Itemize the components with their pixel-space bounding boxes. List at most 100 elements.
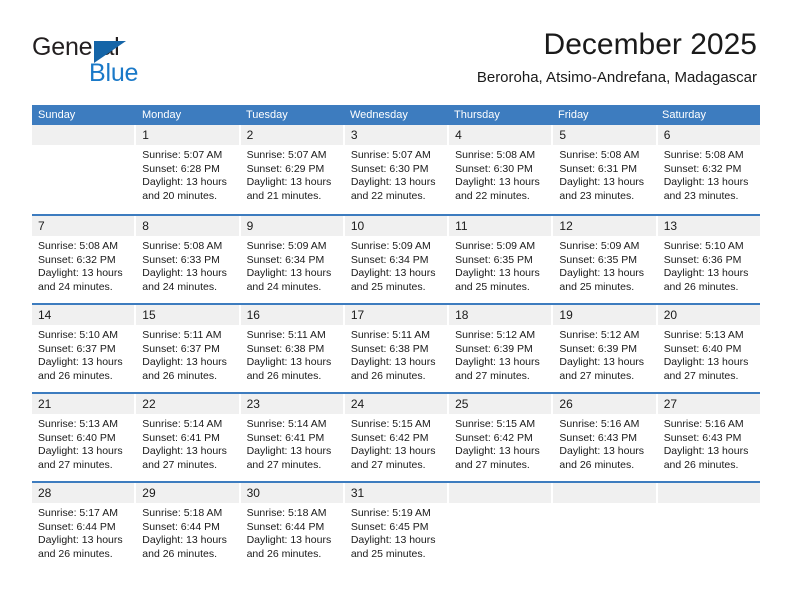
calendar-day-cell[interactable]: 28 Sunrise: 5:17 AM Sunset: 6:44 PM Dayligh… <box>32 483 135 570</box>
sunrise-text: Sunrise: 5:08 AM <box>455 149 536 161</box>
day-number: 16 <box>240 305 343 325</box>
calendar-day-cell[interactable]: 2 Sunrise: 5:07 AM Sunset: 6:29 PM Daylight… <box>240 125 343 214</box>
sunrise-text: Sunrise: 5:07 AM <box>142 149 223 161</box>
calendar-day-cell[interactable]: 26 Sunrise: 5:16 AM Sunset: 6:43 PM Dayligh… <box>553 394 656 481</box>
calendar-day-cell[interactable]: 24 Sunrise: 5:15 AM Sunset: 6:42 PM Dayligh… <box>344 394 448 481</box>
calendar-day-cell[interactable]: 6 Sunrise: 5:08 AM Sunset: 6:32 PM Daylight… <box>657 125 760 214</box>
sunrise-text: Sunrise: 5:13 AM <box>663 329 744 341</box>
calendar-day-cell[interactable]: 22 Sunrise: 5:14 AM Sunset: 6:41 PM Dayligh… <box>136 394 239 481</box>
day-details: Sunrise: 5:09 AM Sunset: 6:34 PM Daylight:… <box>345 236 447 294</box>
calendar-day-cell[interactable]: 7 Sunrise: 5:08 AM Sunset: 6:32 PM Daylight… <box>32 216 135 303</box>
calendar-day-cell[interactable]: 17 Sunrise: 5:11 AM Sunset: 6:38 PM Dayligh… <box>344 305 448 392</box>
calendar-day-cell[interactable]: 27 Sunrise: 5:16 AM Sunset: 6:43 PM Dayligh… <box>657 394 760 481</box>
calendar-day-cell[interactable]: 10 Sunrise: 5:09 AM Sunset: 6:34 PM Dayligh… <box>344 216 448 303</box>
calendar-week-row: 21 Sunrise: 5:13 AM Sunset: 6:40 PM Dayligh… <box>32 392 760 481</box>
daylight-text-line1: Daylight: 13 hours <box>246 445 332 458</box>
calendar-day-cell[interactable]: 14 Sunrise: 5:10 AM Sunset: 6:37 PM Dayligh… <box>32 305 135 392</box>
calendar-empty-cell <box>449 483 552 570</box>
daylight-text-line1: Daylight: 13 hours <box>350 356 436 369</box>
daylight-text-line2: and 26 minutes. <box>38 547 113 560</box>
weekday-header-row: Sunday Monday Tuesday Wednesday Thursday… <box>32 105 760 125</box>
sunrise-text: Sunrise: 5:09 AM <box>559 240 640 252</box>
calendar-day-cell[interactable]: 8 Sunrise: 5:08 AM Sunset: 6:33 PM Daylight… <box>136 216 239 303</box>
general-blue-logo[interactable]: General Blue <box>32 33 212 89</box>
calendar-day-cell[interactable]: 9 Sunrise: 5:09 AM Sunset: 6:34 PM Daylight… <box>240 216 343 303</box>
sunset-text: Sunset: 6:32 PM <box>663 162 742 175</box>
daylight-text-line1: Daylight: 13 hours <box>38 356 123 369</box>
day-number: 3 <box>344 125 448 145</box>
sunrise-text: Sunrise: 5:15 AM <box>350 418 431 430</box>
sunset-text: Sunset: 6:41 PM <box>246 431 325 444</box>
day-details: Sunrise: 5:10 AM Sunset: 6:36 PM Daylight:… <box>658 236 760 294</box>
weekday-header-tuesday: Tuesday <box>246 109 288 121</box>
daylight-text-line1: Daylight: 13 hours <box>559 445 645 458</box>
day-number: 26 <box>553 394 656 414</box>
day-number: 29 <box>136 483 239 503</box>
sunrise-text: Sunrise: 5:09 AM <box>455 240 536 252</box>
sunset-text: Sunset: 6:32 PM <box>38 253 116 266</box>
day-details: Sunrise: 5:13 AM Sunset: 6:40 PM Daylight:… <box>658 325 760 383</box>
calendar-week-row: 14 Sunrise: 5:10 AM Sunset: 6:37 PM Dayligh… <box>32 303 760 392</box>
day-details: Sunrise: 5:12 AM Sunset: 6:39 PM Daylight:… <box>553 325 655 383</box>
calendar-day-cell[interactable]: 23 Sunrise: 5:14 AM Sunset: 6:41 PM Dayligh… <box>240 394 343 481</box>
calendar-day-cell[interactable]: 15 Sunrise: 5:11 AM Sunset: 6:37 PM Dayligh… <box>136 305 239 392</box>
sunrise-text: Sunrise: 5:11 AM <box>142 329 222 341</box>
calendar-day-cell[interactable]: 12 Sunrise: 5:09 AM Sunset: 6:35 PM Dayligh… <box>553 216 656 303</box>
day-number: 12 <box>553 216 656 236</box>
sunrise-text: Sunrise: 5:14 AM <box>246 418 327 430</box>
calendar-day-cell[interactable]: 11 Sunrise: 5:09 AM Sunset: 6:35 PM Dayligh… <box>449 216 552 303</box>
day-details: Sunrise: 5:18 AM Sunset: 6:44 PM Daylight:… <box>241 503 343 561</box>
calendar-day-cell[interactable]: 20 Sunrise: 5:13 AM Sunset: 6:40 PM Dayligh… <box>657 305 760 392</box>
calendar-week-row: 1 Sunrise: 5:07 AM Sunset: 6:28 PM Daylight… <box>32 125 760 214</box>
daylight-text-line1: Daylight: 13 hours <box>455 176 540 189</box>
sunset-text: Sunset: 6:45 PM <box>350 520 429 533</box>
daylight-text-line1: Daylight: 13 hours <box>246 267 332 280</box>
daylight-text-line2: and 27 minutes. <box>38 458 113 471</box>
daylight-text-line1: Daylight: 13 hours <box>142 176 227 189</box>
day-number: 19 <box>553 305 656 325</box>
calendar-day-cell[interactable]: 19 Sunrise: 5:12 AM Sunset: 6:39 PM Dayligh… <box>553 305 656 392</box>
day-number: 30 <box>240 483 343 503</box>
day-number: 31 <box>344 483 448 503</box>
calendar-day-cell[interactable]: 13 Sunrise: 5:10 AM Sunset: 6:36 PM Dayligh… <box>657 216 760 303</box>
day-details: Sunrise: 5:07 AM Sunset: 6:28 PM Daylight:… <box>136 145 238 203</box>
calendar-day-cell[interactable]: 18 Sunrise: 5:12 AM Sunset: 6:39 PM Dayligh… <box>449 305 552 392</box>
weekday-header-monday: Monday <box>142 109 182 121</box>
day-number: 6 <box>657 125 760 145</box>
daylight-text-line2: and 27 minutes. <box>559 369 635 382</box>
sunset-text: Sunset: 6:38 PM <box>246 342 325 355</box>
day-number <box>553 483 656 503</box>
daylight-text-line1: Daylight: 13 hours <box>350 445 436 458</box>
calendar-week-row: 28 Sunrise: 5:17 AM Sunset: 6:44 PM Dayligh… <box>32 481 760 570</box>
daylight-text-line2: and 27 minutes. <box>455 458 530 471</box>
sunrise-text: Sunrise: 5:16 AM <box>559 418 640 430</box>
day-details: Sunrise: 5:11 AM Sunset: 6:38 PM Daylight:… <box>241 325 343 383</box>
sunrise-text: Sunrise: 5:18 AM <box>142 507 223 519</box>
day-details: Sunrise: 5:16 AM Sunset: 6:43 PM Daylight:… <box>658 414 760 472</box>
day-details: Sunrise: 5:08 AM Sunset: 6:33 PM Daylight:… <box>136 236 238 294</box>
sunset-text: Sunset: 6:40 PM <box>38 431 116 444</box>
day-details: Sunrise: 5:12 AM Sunset: 6:39 PM Daylight:… <box>449 325 551 383</box>
day-details: Sunrise: 5:11 AM Sunset: 6:37 PM Daylight:… <box>136 325 238 383</box>
calendar-day-cell[interactable]: 29 Sunrise: 5:18 AM Sunset: 6:44 PM Dayligh… <box>136 483 239 570</box>
calendar-day-cell[interactable]: 5 Sunrise: 5:08 AM Sunset: 6:31 PM Daylight… <box>553 125 656 214</box>
calendar-day-cell[interactable]: 16 Sunrise: 5:11 AM Sunset: 6:38 PM Dayligh… <box>240 305 343 392</box>
daylight-text-line2: and 26 minutes. <box>142 547 217 560</box>
calendar-day-cell[interactable]: 3 Sunrise: 5:07 AM Sunset: 6:30 PM Daylight… <box>344 125 448 214</box>
daylight-text-line1: Daylight: 13 hours <box>455 445 540 458</box>
sunrise-text: Sunrise: 5:08 AM <box>142 240 223 252</box>
calendar-day-cell[interactable]: 21 Sunrise: 5:13 AM Sunset: 6:40 PM Dayligh… <box>32 394 135 481</box>
sunset-text: Sunset: 6:34 PM <box>350 253 429 266</box>
calendar-day-cell[interactable]: 30 Sunrise: 5:18 AM Sunset: 6:44 PM Dayligh… <box>240 483 343 570</box>
day-details: Sunrise: 5:17 AM Sunset: 6:44 PM Daylight:… <box>32 503 134 561</box>
day-details: Sunrise: 5:07 AM Sunset: 6:29 PM Daylight:… <box>241 145 343 203</box>
sunset-text: Sunset: 6:41 PM <box>142 431 220 444</box>
calendar-day-cell[interactable]: 25 Sunrise: 5:15 AM Sunset: 6:42 PM Dayligh… <box>449 394 552 481</box>
calendar-day-cell[interactable]: 4 Sunrise: 5:08 AM Sunset: 6:30 PM Daylight… <box>449 125 552 214</box>
calendar-day-cell[interactable]: 31 Sunrise: 5:19 AM Sunset: 6:45 PM Dayligh… <box>344 483 448 570</box>
calendar-day-cell[interactable]: 1 Sunrise: 5:07 AM Sunset: 6:28 PM Daylight… <box>136 125 239 214</box>
daylight-text-line2: and 24 minutes. <box>246 280 322 293</box>
logo-text-blue: Blue <box>89 59 139 87</box>
daylight-text-line1: Daylight: 13 hours <box>455 267 540 280</box>
sunset-text: Sunset: 6:30 PM <box>455 162 533 175</box>
